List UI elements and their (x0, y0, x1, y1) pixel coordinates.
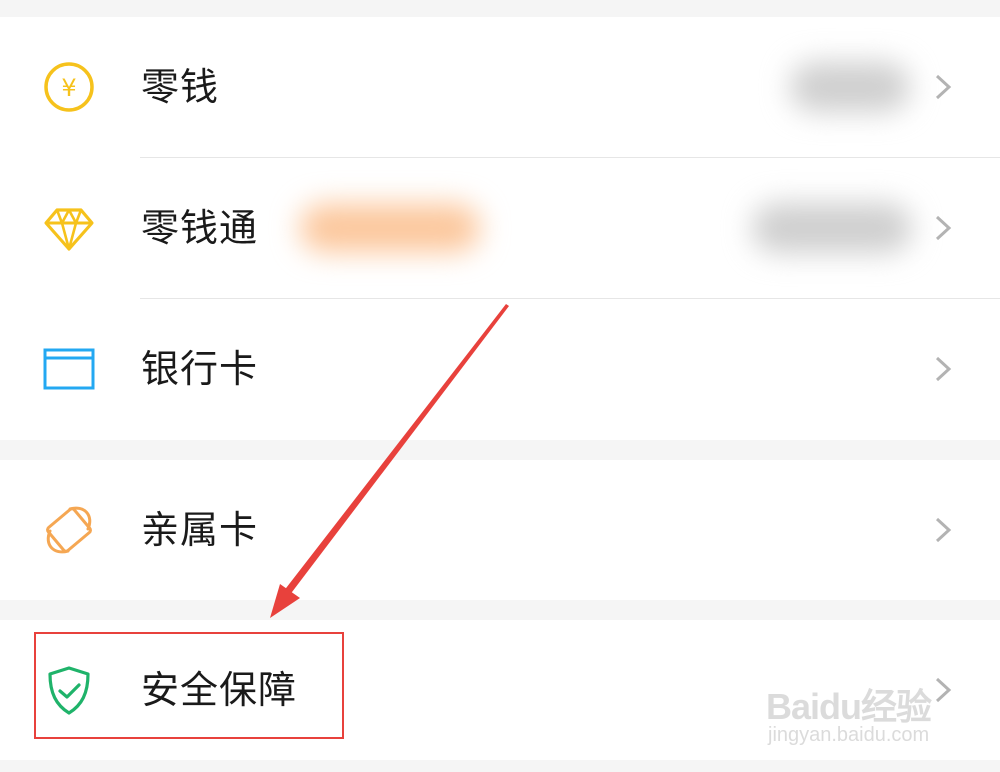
chevron-right-icon (934, 214, 952, 242)
row-bank-card-label: 银行卡 (141, 347, 259, 391)
row-family-card-label: 亲属卡 (141, 508, 259, 552)
yuan-coin-icon: ¥ (40, 58, 98, 116)
family-group: 亲属卡 (0, 460, 1000, 600)
family-card-icon (40, 501, 98, 559)
blurred-balance (752, 203, 912, 253)
baidu-watermark: Baidu经验 jingyan.baidu.com (760, 660, 960, 760)
watermark-logo: Baidu经验 (766, 686, 932, 727)
chevron-right-icon (934, 355, 952, 383)
row-change-label: 零钱 (141, 65, 220, 109)
bank-card-icon (40, 340, 98, 398)
highlight-box (34, 632, 344, 739)
watermark-site: jingyan.baidu.com (768, 724, 930, 746)
wallet-group: ¥ 零钱 零钱通 银行卡 (0, 17, 1000, 440)
blurred-balance (790, 62, 910, 112)
row-bank-card[interactable]: 银行卡 (0, 299, 1000, 439)
row-change[interactable]: ¥ 零钱 (0, 17, 1000, 157)
row-change-plus[interactable]: 零钱通 (0, 158, 1000, 298)
svg-text:¥: ¥ (61, 74, 76, 102)
diamond-icon (40, 199, 98, 257)
row-change-plus-label: 零钱通 (141, 206, 259, 250)
chevron-right-icon (934, 516, 952, 544)
row-family-card[interactable]: 亲属卡 (0, 460, 1000, 600)
blurred-promo (300, 204, 480, 252)
chevron-right-icon (934, 73, 952, 101)
